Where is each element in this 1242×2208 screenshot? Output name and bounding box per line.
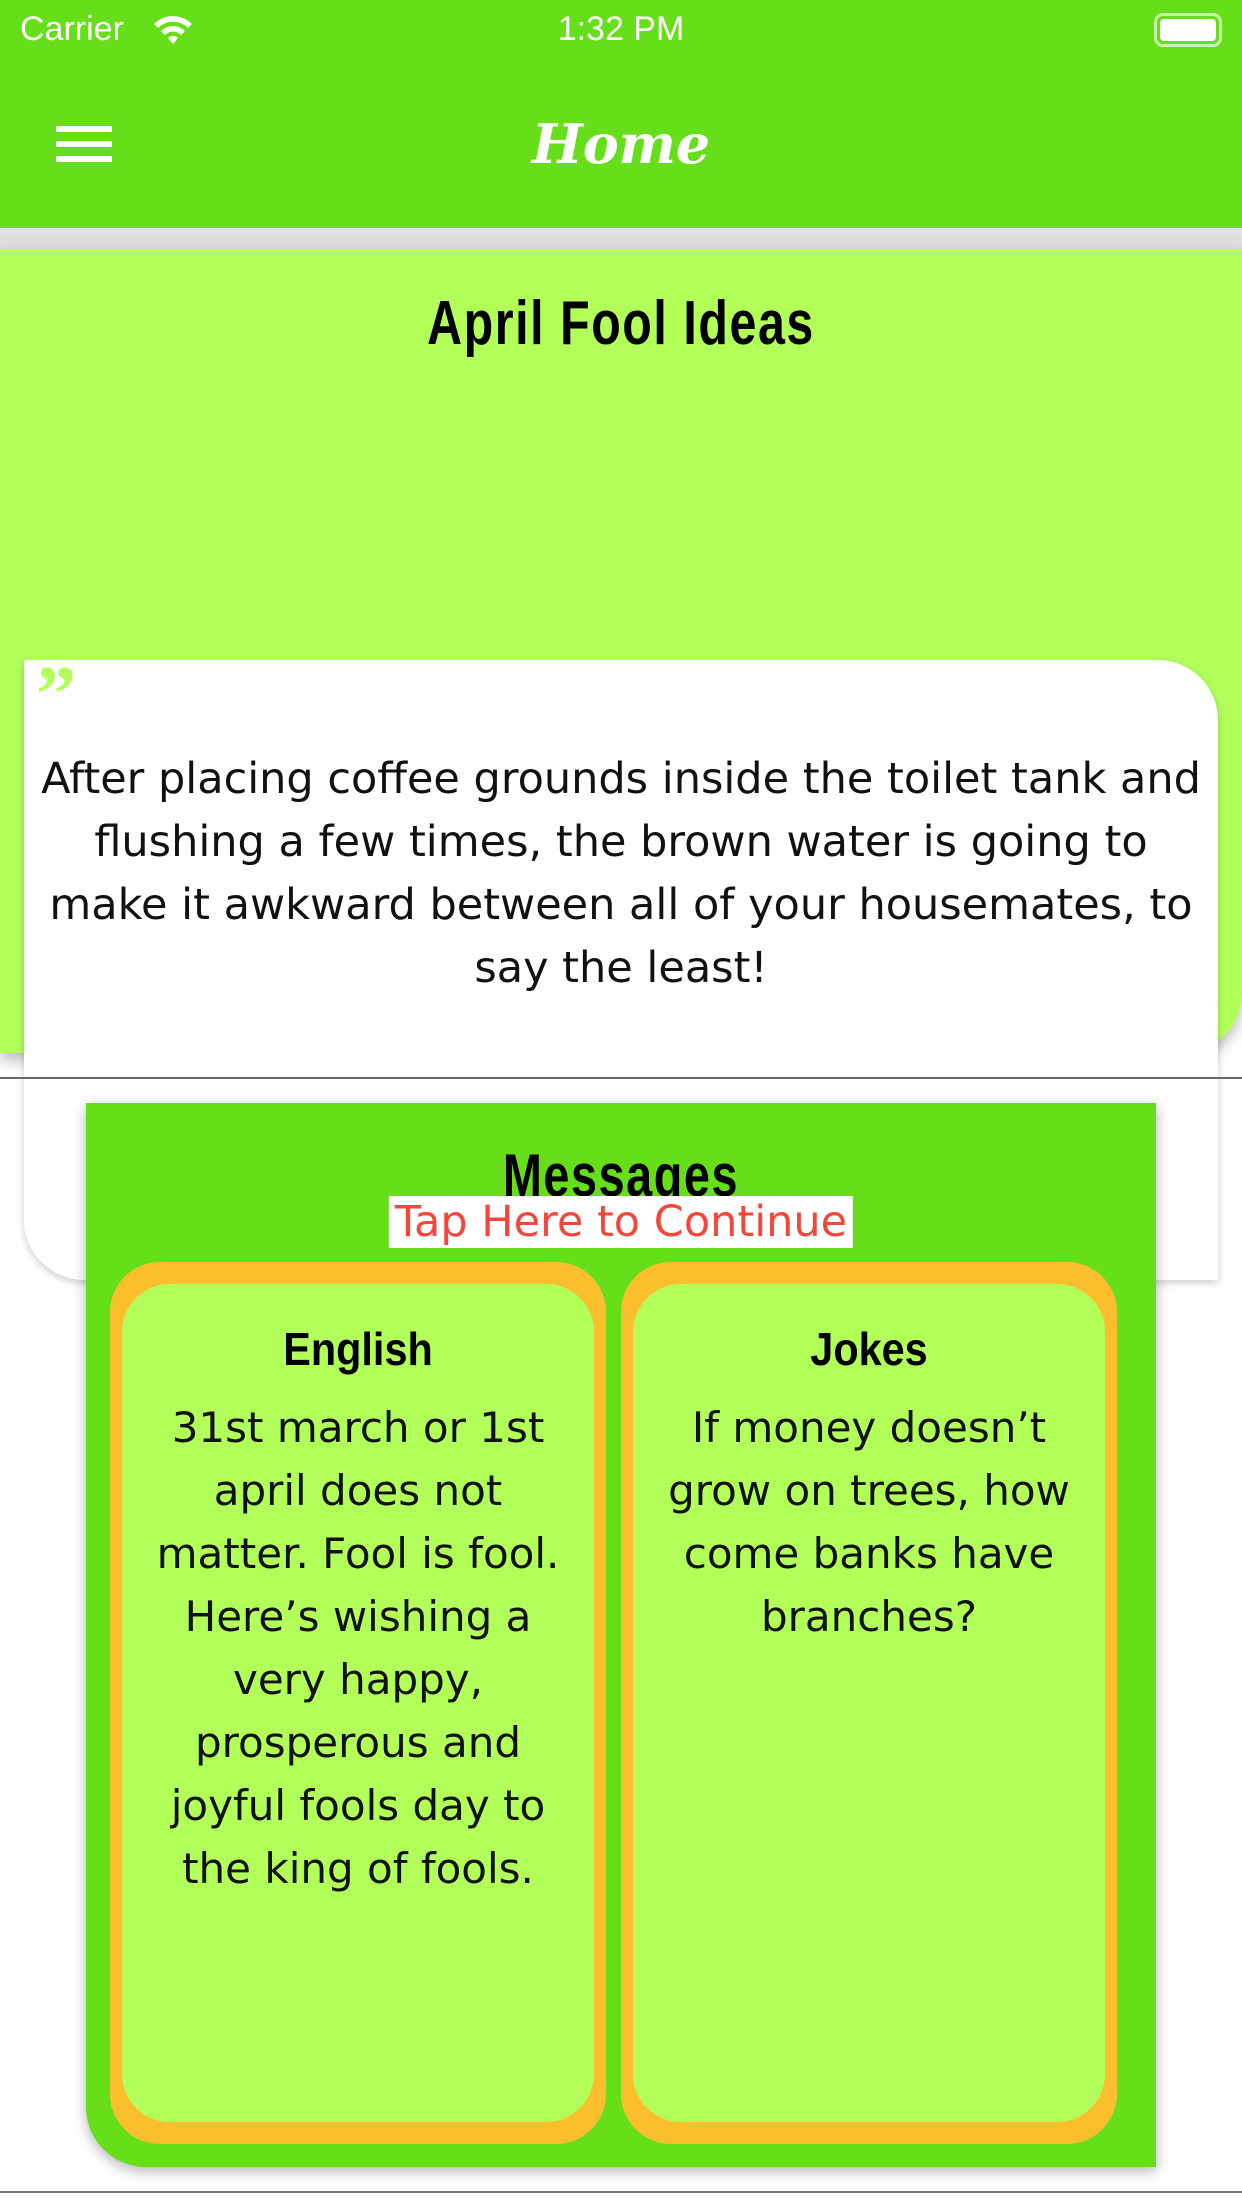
battery-icon [1154, 13, 1222, 47]
nav-bar: Home [0, 60, 1242, 228]
message-card-english[interactable]: English 31st march or 1st april does not… [110, 1262, 606, 2144]
time-label: 1:32 PM [557, 10, 685, 48]
idea-text: After placing coffee grounds inside the … [41, 754, 1201, 993]
shadow-band [0, 228, 1242, 252]
ideas-title: April Fool Ideas [427, 289, 815, 358]
continue-link[interactable]: Tap Here to Continue [388, 1196, 854, 1248]
nav-title: Home [531, 112, 711, 176]
card-title: Jokes [810, 1323, 928, 1375]
card-text: 31st march or 1st april does not matter.… [156, 1403, 560, 1893]
quote-icon: ” [36, 651, 76, 739]
divider [0, 1077, 1242, 1079]
bottom-divider [0, 2191, 1242, 2193]
ideas-card[interactable]: April Fool Ideas ” After placing coffee … [0, 250, 1242, 1280]
card-text: If money doesn’t grow on trees, how come… [668, 1403, 1070, 1641]
messages-section: Messages English 31st march or 1st april… [86, 1103, 1156, 2167]
message-card-jokes[interactable]: Jokes If money doesn’t grow on trees, ho… [621, 1262, 1117, 2144]
card-title: English [283, 1323, 433, 1375]
status-bar: Carrier 1:32 PM [0, 0, 1242, 60]
